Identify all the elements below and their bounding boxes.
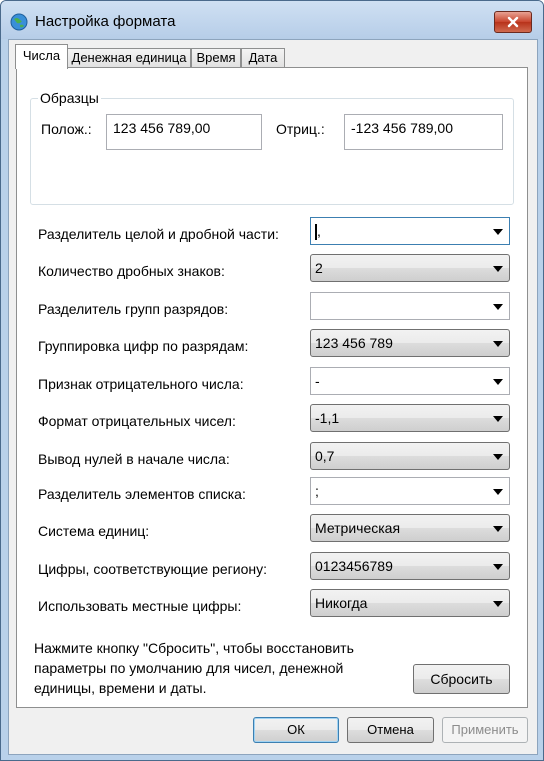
measurement-system-select[interactable]: Метрическая: [310, 514, 510, 542]
digit-grouping-value: 123 456 789: [315, 335, 393, 351]
leading-zeros-value: 0,7: [315, 448, 335, 464]
digit-group-separator-combo[interactable]: [310, 292, 510, 320]
apply-button[interactable]: Применить: [442, 717, 528, 743]
native-digits-label: Цифры, соответствующие региону:: [38, 561, 267, 577]
measurement-system-value: Метрическая: [315, 520, 401, 536]
decimal-separator-value: ,: [317, 223, 321, 239]
reset-note: Нажмите кнопку "Сбросить", чтобы восстан…: [34, 640, 354, 696]
digit-group-separator-label: Разделитель групп разрядов:: [38, 301, 229, 317]
tab-numbers[interactable]: Числа: [15, 44, 68, 69]
leading-zeros-select[interactable]: 0,7: [310, 442, 510, 470]
window-title: Настройка формата: [35, 13, 176, 30]
native-digits-select[interactable]: 0123456789: [310, 552, 510, 580]
positive-sample-label: Полож.:: [41, 121, 92, 137]
reset-button[interactable]: Сбросить: [413, 664, 510, 694]
negative-format-select[interactable]: -1,1: [310, 404, 510, 432]
decimal-digits-label: Количество дробных знаков:: [38, 263, 225, 279]
list-separator-value: ;: [315, 483, 319, 499]
measurement-system-label: Система единиц:: [38, 523, 150, 539]
decimal-separator-label: Разделитель целой и дробной части:: [38, 226, 279, 242]
negative-format-label: Формат отрицательных чисел:: [38, 413, 236, 429]
close-button[interactable]: [494, 11, 532, 33]
positive-sample-value: 123 456 789,00: [106, 114, 262, 150]
native-digits-value: 0123456789: [315, 558, 393, 574]
ok-button[interactable]: ОК: [253, 717, 339, 743]
close-icon: [507, 16, 519, 28]
chevron-down-icon: [493, 304, 503, 310]
list-separator-combo[interactable]: ;: [310, 477, 510, 505]
digit-grouping-select[interactable]: 123 456 789: [310, 329, 510, 357]
chevron-down-icon: [493, 379, 503, 385]
leading-zeros-label: Вывод нулей в начале числа:: [38, 451, 230, 467]
digit-grouping-label: Группировка цифр по разрядам:: [38, 338, 249, 354]
globe-icon: [10, 13, 28, 31]
title-bar[interactable]: Настройка формата: [1, 1, 543, 39]
list-separator-label: Разделитель элементов списка:: [38, 486, 246, 502]
chevron-down-icon: [493, 266, 503, 272]
decimal-separator-combo[interactable]: ,: [310, 217, 510, 245]
chevron-down-icon: [493, 341, 503, 347]
chevron-down-icon: [493, 489, 503, 495]
use-native-digits-select[interactable]: Никогда: [310, 589, 510, 617]
use-native-digits-value: Никогда: [315, 595, 368, 611]
use-native-digits-label: Использовать местные цифры:: [38, 598, 242, 614]
chevron-down-icon: [493, 416, 503, 422]
negative-sample-value: -123 456 789,00: [344, 114, 503, 150]
samples-group-title: Образцы: [38, 90, 101, 106]
cancel-button[interactable]: Отмена: [347, 717, 434, 743]
tab-time[interactable]: Время: [191, 48, 241, 68]
negative-sign-combo[interactable]: -: [310, 367, 510, 395]
tab-date[interactable]: Дата: [241, 48, 285, 68]
chevron-down-icon: [493, 229, 503, 235]
negative-sample-label: Отриц.:: [276, 121, 325, 137]
negative-sign-value: -: [315, 373, 320, 389]
decimal-digits-value: 2: [315, 260, 323, 276]
negative-format-value: -1,1: [315, 410, 340, 426]
decimal-digits-select[interactable]: 2: [310, 254, 510, 282]
chevron-down-icon: [493, 454, 503, 460]
tab-currency[interactable]: Денежная единица: [67, 48, 191, 68]
chevron-down-icon: [493, 601, 503, 607]
negative-sign-label: Признак отрицательного числа:: [38, 376, 244, 392]
chevron-down-icon: [493, 526, 503, 532]
chevron-down-icon: [493, 564, 503, 570]
